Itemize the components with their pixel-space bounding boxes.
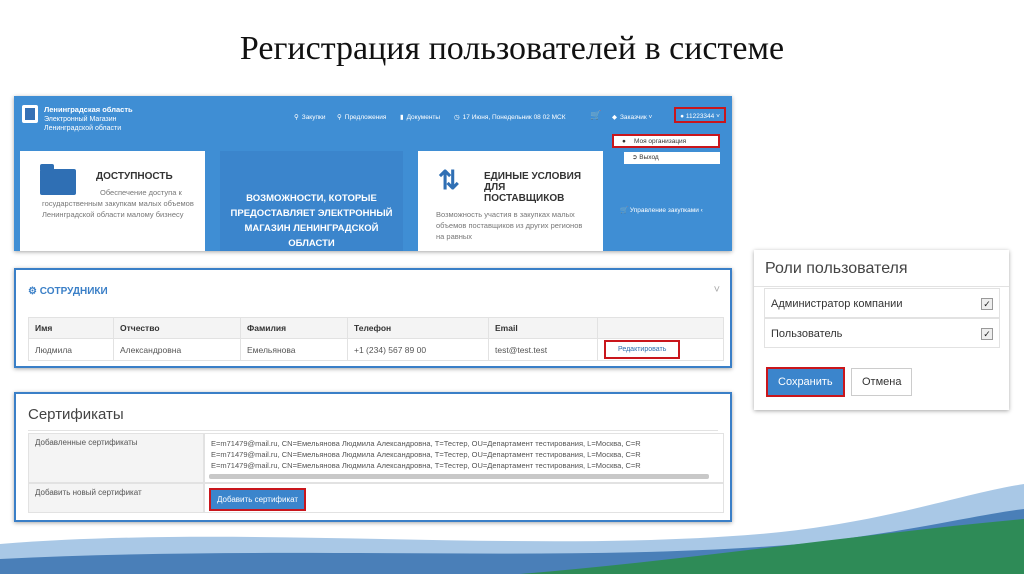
- role-label: Администратор компании: [771, 298, 903, 310]
- card-terms-title: ЕДИНЫЕ УСЛОВИЯ ДЛЯ ПОСТАВЩИКОВ: [484, 171, 582, 204]
- employees-panel: ⚙ СОТРУДНИКИ ˅ Имя Отчество Фамилия Теле…: [14, 268, 732, 368]
- card-terms: ⇅ ЕДИНЫЕ УСЛОВИЯ ДЛЯ ПОСТАВЩИКОВ Возможн…: [418, 151, 603, 251]
- cancel-button[interactable]: Отмена: [851, 368, 913, 396]
- dropdown-my-organization[interactable]: ● Моя организация: [612, 134, 720, 148]
- cart-icon[interactable]: 🛒: [590, 110, 601, 121]
- cell-phone: +1 (234) 567 89 00: [347, 338, 489, 361]
- role-label: Пользователь: [771, 328, 843, 340]
- divider: [28, 430, 718, 431]
- slide-title: Регистрация пользователей в системе: [239, 30, 785, 67]
- save-button[interactable]: Сохранить: [766, 367, 845, 397]
- employees-title: ⚙ СОТРУДНИКИ: [28, 286, 108, 297]
- column-header-actions: [597, 317, 724, 339]
- role-menu[interactable]: ◆ Заказчик ˅: [612, 113, 652, 121]
- certificate-entry[interactable]: E=m71479@mail.ru, CN=Емельянова Людмила …: [211, 438, 717, 449]
- nav-purchases[interactable]: ⚲ Закупки: [294, 113, 325, 121]
- logout-icon: ➲: [632, 154, 638, 161]
- certificates-form: Добавленные сертификаты E=m71479@mail.ru…: [28, 433, 724, 513]
- clock-datetime: ◷ 17 Июня, Понедельник 08 02 МСК: [454, 114, 566, 121]
- add-certificate-label: Добавить новый сертификат: [28, 483, 204, 513]
- user-icon: ●: [622, 138, 626, 145]
- account-menu-button[interactable]: ● 11223344 ˅: [674, 107, 726, 123]
- divider: [754, 286, 1009, 287]
- brand-line-1: Ленинградская область: [44, 105, 133, 114]
- certificates-title: Сертификаты: [28, 406, 124, 423]
- cart-icon: 🛒: [620, 207, 629, 214]
- clock-icon: ◷: [454, 114, 460, 121]
- portal-brand[interactable]: Ленинградская область Электронный Магази…: [44, 105, 133, 133]
- role-user-row[interactable]: Пользователь ✓: [764, 318, 1000, 348]
- card-access-title: ДОСТУПНОСТЬ: [96, 171, 173, 182]
- card-terms-text: Возможность участия в закупках малых объ…: [436, 210, 583, 241]
- edit-button[interactable]: Редактировать: [604, 340, 681, 359]
- brand-line-2: Электронный Магазин: [44, 116, 117, 123]
- search-icon: ⚲: [294, 114, 299, 121]
- column-header: Email: [488, 317, 598, 339]
- user-icon: ●: [680, 113, 685, 120]
- certificate-entry[interactable]: E=m71479@mail.ru, CN=Емельянова Людмила …: [211, 460, 717, 471]
- portal-topbar: Ленинградская область Электронный Магази…: [14, 96, 732, 136]
- sort-arrows-icon: ⇅: [438, 165, 460, 195]
- added-certificates-label: Добавленные сертификаты: [28, 433, 204, 483]
- add-certificate-button[interactable]: Добавить сертификат: [209, 488, 307, 511]
- horizontal-scrollbar[interactable]: [209, 474, 709, 479]
- document-icon: ▮: [400, 114, 404, 121]
- table-header-row: Имя Отчество Фамилия Телефон Email: [28, 317, 724, 339]
- card-features[interactable]: ВОЗМОЖНОСТИ, КОТОРЫЕ ПРЕДОСТАВЛЯЕТ ЭЛЕКТ…: [220, 151, 403, 251]
- certificates-panel: Сертификаты Добавленные сертификаты E=m7…: [14, 392, 732, 522]
- cell-actions: Редактировать: [597, 338, 724, 361]
- certificates-list[interactable]: E=m71479@mail.ru, CN=Емельянова Людмила …: [204, 433, 724, 483]
- roles-title: Роли пользователя: [765, 260, 908, 277]
- cell-patronymic: Александровна: [113, 338, 241, 361]
- column-header: Отчество: [113, 317, 241, 339]
- card-access-text: Обеспечение доступа к государственным за…: [42, 188, 194, 219]
- brand-line-3: Ленинградской области: [44, 125, 122, 132]
- card-features-text: ВОЗМОЖНОСТИ, КОТОРЫЕ ПРЕДОСТАВЛЯЕТ ЭЛЕКТ…: [230, 193, 393, 249]
- role-user-checkbox[interactable]: ✓: [981, 328, 993, 340]
- role-admin-checkbox[interactable]: ✓: [981, 298, 993, 310]
- role-admin-row[interactable]: Администратор компании ✓: [764, 288, 1000, 318]
- column-header: Фамилия: [240, 317, 348, 339]
- table-row: Людмила Александровна Емельянова +1 (234…: [28, 338, 724, 361]
- dropdown-manage-purchases[interactable]: 🛒 Управление закупками ‹: [620, 206, 703, 214]
- gear-icon: ⚙: [28, 286, 37, 297]
- cell-surname: Емельянова: [240, 338, 348, 361]
- column-header: Телефон: [347, 317, 489, 339]
- tag-icon: ◆: [612, 114, 617, 121]
- nav-documents[interactable]: ▮ Документы: [400, 113, 440, 121]
- cell-name: Людмила: [28, 338, 114, 361]
- card-access: ДОСТУПНОСТЬ Обеспечение доступа к госуда…: [20, 151, 205, 251]
- roles-panel: Роли пользователя Администратор компании…: [754, 250, 1009, 410]
- region-logo[interactable]: [22, 105, 38, 123]
- search-icon: ⚲: [337, 114, 342, 121]
- column-header: Имя: [28, 317, 114, 339]
- dropdown-logout[interactable]: ➲ Выход: [624, 152, 720, 164]
- employees-table: Имя Отчество Фамилия Телефон Email Людми…: [28, 317, 724, 361]
- chevron-down-icon[interactable]: ˅: [714, 284, 720, 296]
- cell-email: test@test.test: [488, 338, 598, 361]
- nav-offers[interactable]: ⚲ Предложения: [337, 113, 386, 121]
- certificate-entry[interactable]: E=m71479@mail.ru, CN=Емельянова Людмила …: [211, 449, 717, 460]
- portal-screenshot: Ленинградская область Электронный Магази…: [14, 96, 732, 251]
- add-certificate-cell: Добавить сертификат: [204, 483, 724, 513]
